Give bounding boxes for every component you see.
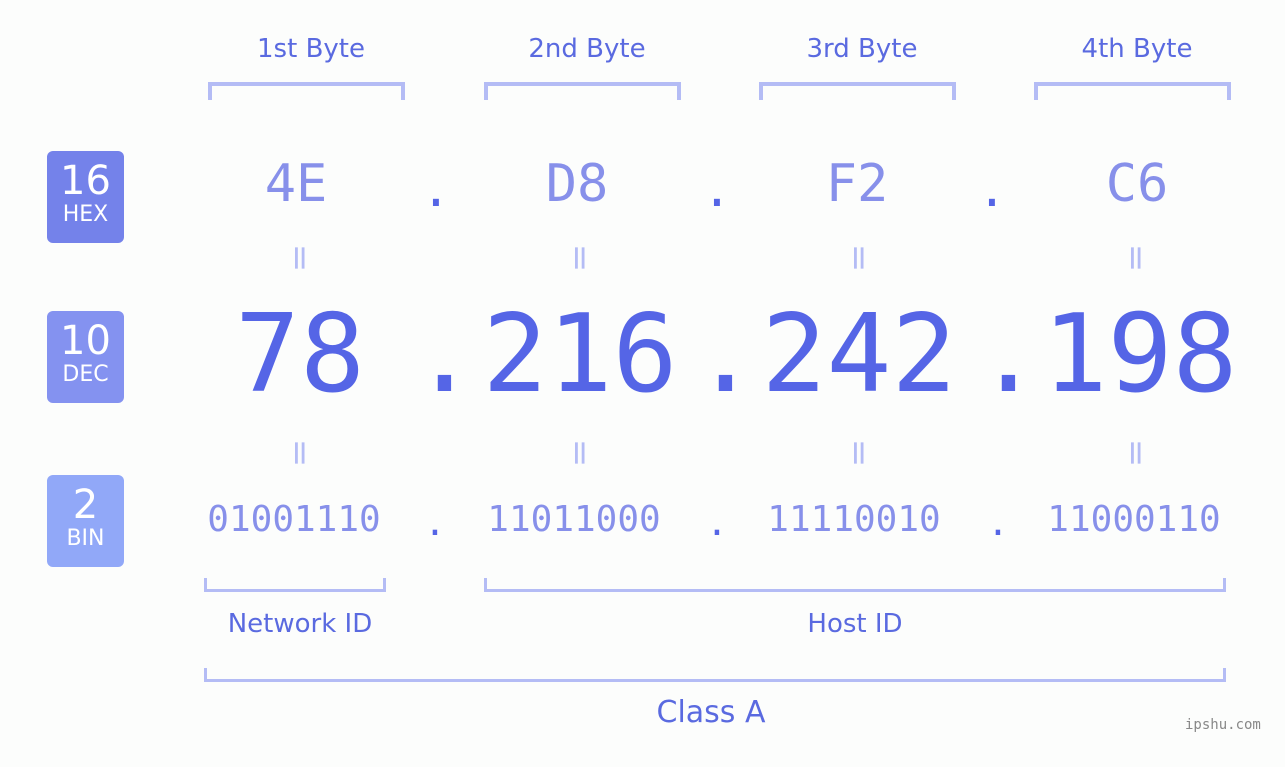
bin-byte-2: 11011000 bbox=[487, 499, 661, 540]
dec-dot-1: . bbox=[412, 292, 478, 417]
host-id-bracket bbox=[484, 578, 1226, 592]
bin-badge-label: BIN bbox=[66, 526, 105, 551]
byte-bracket-1 bbox=[208, 82, 405, 100]
hex-dot-3: . bbox=[977, 162, 1007, 218]
network-id-label: Network ID bbox=[227, 609, 373, 639]
dec-dot-3: . bbox=[976, 292, 1042, 417]
bin-byte-4: 11000110 bbox=[1047, 499, 1221, 540]
network-id-bracket bbox=[204, 578, 386, 592]
dec-byte-2: 216 bbox=[482, 292, 678, 417]
hex-dot-2: . bbox=[702, 162, 732, 218]
dec-byte-1: 78 bbox=[234, 292, 366, 417]
equals-icon: = bbox=[1116, 243, 1156, 273]
bin-byte-1: 01001110 bbox=[207, 499, 381, 540]
hex-byte-1: 4E bbox=[264, 154, 328, 214]
hex-badge: 16 HEX bbox=[47, 151, 124, 243]
class-bracket bbox=[204, 668, 1226, 682]
dec-badge-label: DEC bbox=[62, 362, 109, 387]
bin-badge-base: 2 bbox=[72, 482, 99, 528]
equals-icon: = bbox=[839, 438, 879, 468]
bin-dot-1: . bbox=[424, 503, 446, 544]
dec-badge-base: 10 bbox=[60, 318, 111, 364]
hex-badge-label: HEX bbox=[62, 202, 109, 227]
dec-dot-2: . bbox=[693, 292, 759, 417]
equals-icon: = bbox=[280, 438, 320, 468]
hex-byte-4: C6 bbox=[1105, 154, 1169, 214]
dec-badge: 10 DEC bbox=[47, 311, 124, 403]
hex-badge-base: 16 bbox=[60, 158, 111, 204]
host-id-label: Host ID bbox=[807, 609, 903, 639]
equals-icon: = bbox=[560, 243, 600, 273]
equals-icon: = bbox=[560, 438, 600, 468]
hex-byte-3: F2 bbox=[825, 154, 889, 214]
byte-header-1: 1st Byte bbox=[257, 34, 365, 64]
byte-header-2: 2nd Byte bbox=[528, 34, 646, 64]
byte-header-4: 4th Byte bbox=[1081, 34, 1193, 64]
class-label: Class A bbox=[656, 695, 766, 730]
bin-dot-3: . bbox=[987, 503, 1009, 544]
byte-bracket-3 bbox=[759, 82, 956, 100]
byte-bracket-2 bbox=[484, 82, 681, 100]
byte-header-3: 3rd Byte bbox=[806, 34, 918, 64]
equals-icon: = bbox=[1116, 438, 1156, 468]
watermark: ipshu.com bbox=[1185, 717, 1261, 733]
dec-byte-4: 198 bbox=[1042, 292, 1238, 417]
bin-badge: 2 BIN bbox=[47, 475, 124, 567]
equals-icon: = bbox=[839, 243, 879, 273]
equals-icon: = bbox=[280, 243, 320, 273]
byte-bracket-4 bbox=[1034, 82, 1231, 100]
bin-dot-2: . bbox=[706, 503, 728, 544]
hex-byte-2: D8 bbox=[545, 154, 609, 214]
bin-byte-3: 11110010 bbox=[767, 499, 941, 540]
hex-dot-1: . bbox=[421, 162, 451, 218]
dec-byte-3: 242 bbox=[761, 292, 957, 417]
